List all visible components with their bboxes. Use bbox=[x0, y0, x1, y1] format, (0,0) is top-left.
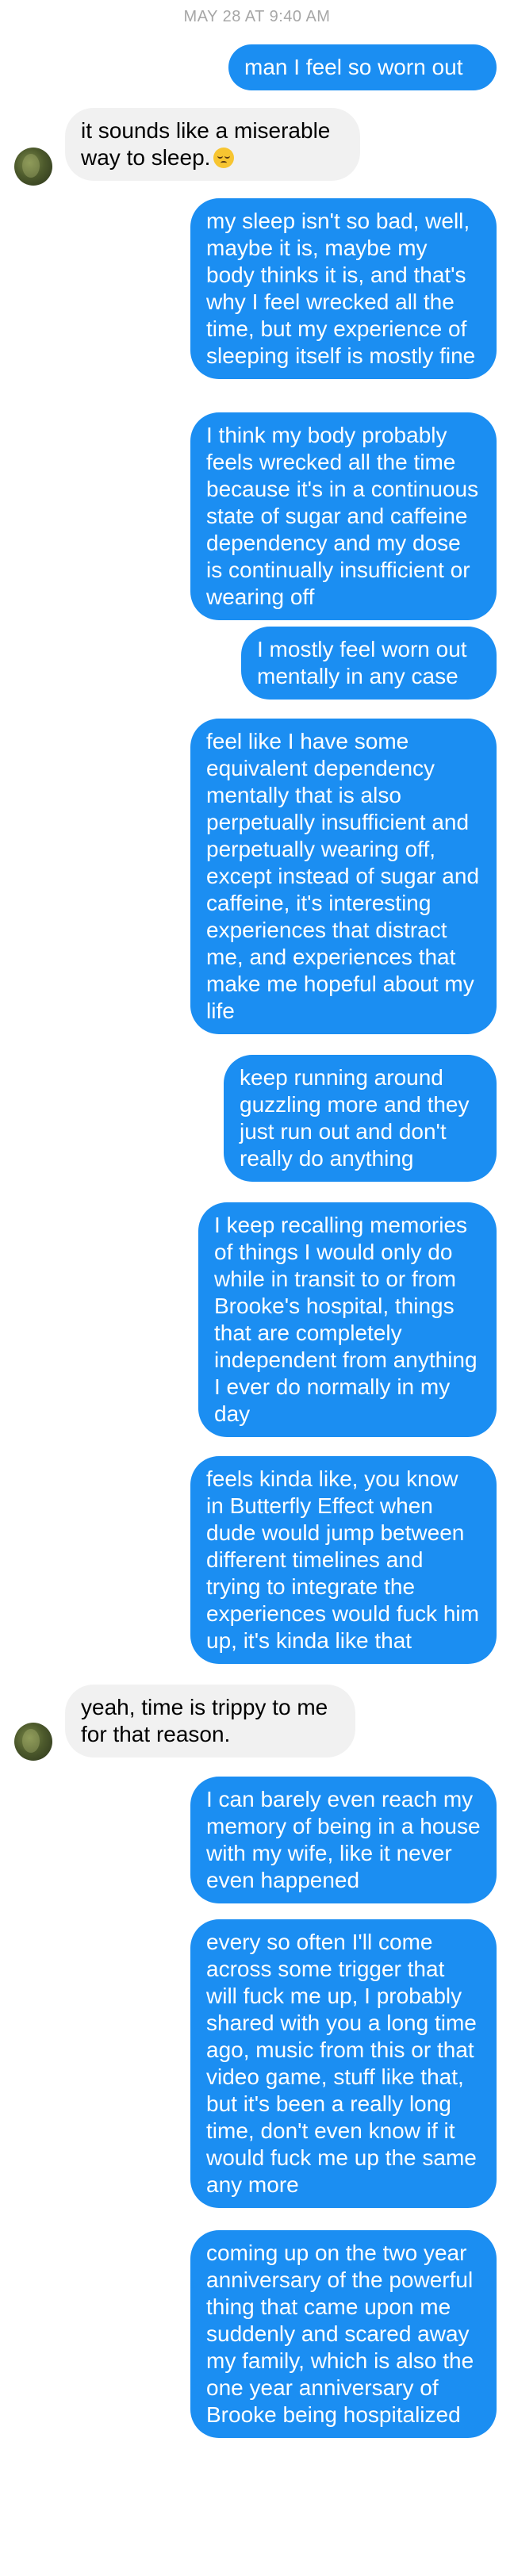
message-bubble-outgoing[interactable]: keep running around guzzling more and th… bbox=[224, 1055, 497, 1182]
message-bubble-outgoing[interactable]: I think my body probably feels wrecked a… bbox=[190, 412, 497, 620]
message-text: my sleep isn't so bad, well, maybe it is… bbox=[206, 209, 476, 368]
message-bubble-outgoing[interactable]: my sleep isn't so bad, well, maybe it is… bbox=[190, 198, 497, 379]
message-text: feels kinda like, you know in Butterfly … bbox=[206, 1466, 479, 1653]
message-bubble-outgoing[interactable]: I can barely even reach my memory of bei… bbox=[190, 1777, 497, 1903]
message-bubble-outgoing[interactable]: coming up on the two year anniversary of… bbox=[190, 2230, 497, 2438]
contact-avatar[interactable] bbox=[14, 148, 52, 186]
message-text: I mostly feel worn out mentally in any c… bbox=[257, 637, 467, 688]
thread-timestamp: MAY 28 AT 9:40 AM bbox=[183, 8, 331, 25]
message-bubble-outgoing[interactable]: every so often I'll come across some tri… bbox=[190, 1919, 497, 2208]
message-text: every so often I'll come across some tri… bbox=[206, 1930, 477, 2197]
message-text: coming up on the two year anniversary of… bbox=[206, 2241, 474, 2427]
message-thread: MAY 28 AT 9:40 AM man I feel so worn out… bbox=[0, 0, 514, 2576]
message-bubble-outgoing[interactable]: I keep recalling memories of things I wo… bbox=[198, 1202, 497, 1437]
message-text: I think my body probably feels wrecked a… bbox=[206, 423, 479, 609]
message-text: it sounds like a miserable way to sleep. bbox=[81, 118, 331, 170]
message-text: man I feel so worn out bbox=[244, 55, 463, 79]
message-text: yeah, time is trippy to me for that reas… bbox=[81, 1695, 328, 1746]
contact-avatar[interactable] bbox=[14, 1723, 52, 1761]
message-bubble-incoming[interactable]: yeah, time is trippy to me for that reas… bbox=[65, 1685, 355, 1758]
pensive-face-emoji bbox=[213, 148, 235, 168]
message-bubble-outgoing[interactable]: feel like I have some equivalent depende… bbox=[190, 719, 497, 1034]
message-bubble-outgoing[interactable]: I mostly feel worn out mentally in any c… bbox=[241, 627, 497, 700]
message-text: feel like I have some equivalent depende… bbox=[206, 729, 480, 1023]
message-bubble-outgoing[interactable]: feels kinda like, you know in Butterfly … bbox=[190, 1456, 497, 1664]
message-bubble-incoming[interactable]: it sounds like a miserable way to sleep. bbox=[65, 108, 360, 181]
message-text: I keep recalling memories of things I wo… bbox=[214, 1213, 478, 1426]
message-text: keep running around guzzling more and th… bbox=[240, 1065, 470, 1171]
message-bubble-outgoing[interactable]: man I feel so worn out bbox=[228, 44, 497, 90]
message-text: I can barely even reach my memory of bei… bbox=[206, 1787, 481, 1892]
